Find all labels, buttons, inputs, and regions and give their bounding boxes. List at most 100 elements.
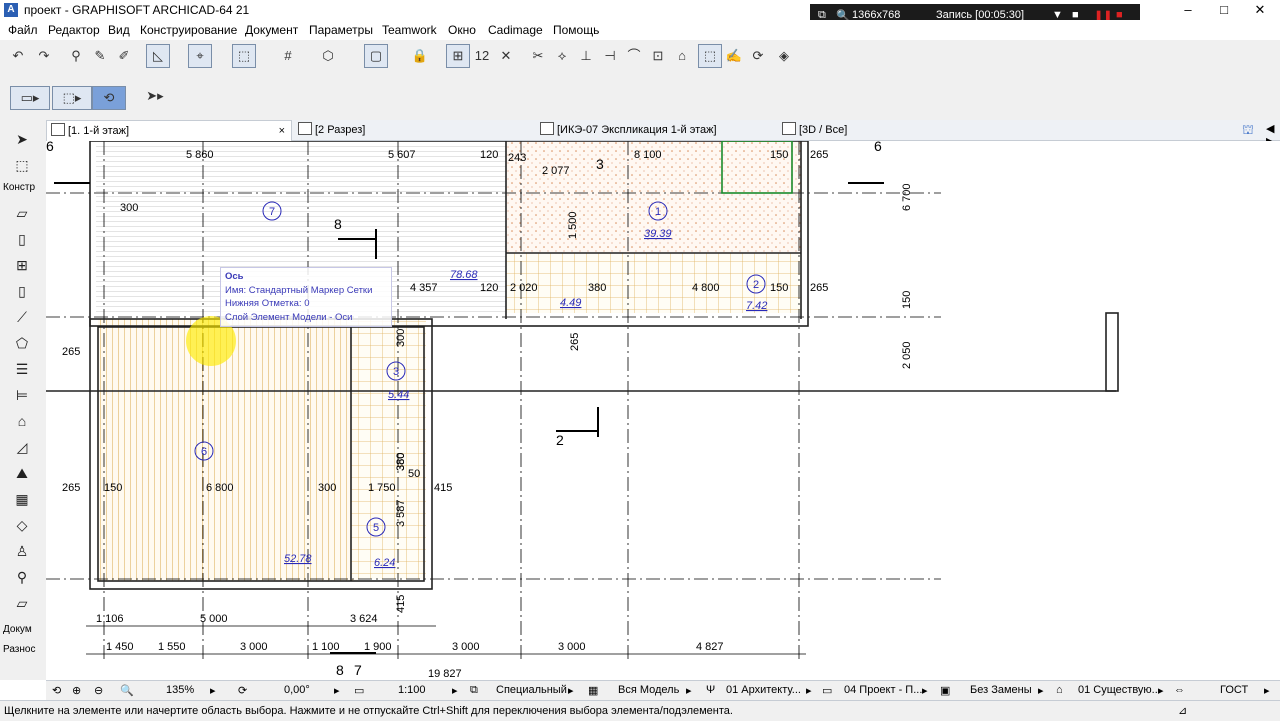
suspend-groups-icon[interactable]: ⬡ xyxy=(316,44,340,68)
gravity-icon[interactable]: ⬚ xyxy=(232,44,256,68)
layer-combination[interactable]: Специальный xyxy=(496,684,567,696)
eyedropper-icon[interactable]: ✐ xyxy=(112,44,136,68)
orientation-value[interactable]: 0,00° xyxy=(284,684,310,696)
tab-list-icon[interactable]: ⛫ xyxy=(1242,122,1254,140)
scale-icon[interactable]: ▭ xyxy=(354,684,364,697)
dropdown-icon[interactable]: ▸ xyxy=(210,684,216,697)
override-icon[interactable]: ▣ xyxy=(940,684,950,697)
shell-tool-icon[interactable]: ◿ xyxy=(10,436,34,458)
model-view-options[interactable]: Вся Модель xyxy=(618,684,679,696)
lock-icon[interactable]: 🔒 xyxy=(408,44,432,68)
mesh-tool-icon[interactable]: ⛰ xyxy=(10,462,34,484)
zoom-in-icon[interactable]: ⊕ xyxy=(72,684,81,697)
dropdown-icon[interactable]: ▸ xyxy=(1264,684,1270,697)
model-view-option[interactable]: 04 Проект - П... xyxy=(844,684,922,696)
dimension-icon[interactable]: 12 xyxy=(470,44,494,68)
arrow-tool-icon[interactable]: ➤ xyxy=(10,128,34,150)
dropdown-icon[interactable]: ▸ xyxy=(334,684,340,697)
zone-tool-icon[interactable]: ▱ xyxy=(10,592,34,614)
slab-tool-icon[interactable]: ⬠ xyxy=(10,332,34,354)
redo-icon[interactable]: ↷ xyxy=(32,44,56,68)
railing-tool-icon[interactable]: ⊨ xyxy=(10,384,34,406)
renovation-icon[interactable]: ⌂ xyxy=(1056,684,1063,696)
tab-3d[interactable]: [3D / Все] xyxy=(778,120,1022,140)
dropdown-icon[interactable]: ▸ xyxy=(452,684,458,697)
angle-icon[interactable]: ⟳ xyxy=(238,684,247,697)
resize-grip-icon[interactable]: ⊿ xyxy=(1178,704,1187,717)
lamp-tool-icon[interactable]: ⚲ xyxy=(10,566,34,588)
zoom-icon[interactable]: 🔍 xyxy=(120,684,134,697)
rotate-view-icon[interactable]: ⟳ xyxy=(746,44,770,68)
snap-guides-icon[interactable]: ⌖ xyxy=(188,44,212,68)
morph-tool-icon[interactable]: ◇ xyxy=(10,514,34,536)
3d-navigation-icon[interactable]: ⟲ xyxy=(92,86,126,110)
marquee-tool-icon[interactable]: ⬚ xyxy=(10,154,34,176)
menu-file[interactable]: Файл xyxy=(8,23,38,37)
dropdown-icon[interactable]: ▸ xyxy=(922,684,928,697)
dropdown-icon[interactable]: ▸ xyxy=(686,684,692,697)
guide-lines-icon[interactable]: ◺ xyxy=(146,44,170,68)
scale-value[interactable]: 1:100 xyxy=(398,684,426,696)
menu-view[interactable]: Вид xyxy=(108,23,130,37)
graphic-override[interactable]: Без Замены xyxy=(970,684,1032,696)
menu-teamwork[interactable]: Teamwork xyxy=(382,23,437,37)
tab-close-icon[interactable]: × xyxy=(279,121,285,141)
close-button[interactable]: ✕ xyxy=(1242,0,1278,20)
menu-options[interactable]: Параметры xyxy=(309,23,373,37)
render-icon[interactable]: ◈ xyxy=(772,44,796,68)
roof-tool-icon[interactable]: ⌂ xyxy=(10,410,34,432)
dropdown-icon[interactable]: ▸ xyxy=(1038,684,1044,697)
toolbox-group-design[interactable]: Констр xyxy=(3,182,35,193)
pick-up-icon[interactable]: ⚲ xyxy=(64,44,88,68)
dimension-standard[interactable]: ГОСТ xyxy=(1220,684,1248,696)
split-icon[interactable]: ⊥ xyxy=(574,44,598,68)
wall-tool-icon[interactable]: ▱ xyxy=(10,202,34,224)
curtain-wall-tool-icon[interactable]: ▦ xyxy=(10,488,34,510)
menu-document[interactable]: Документ xyxy=(245,23,298,37)
toolbox-group-more[interactable]: Разнос xyxy=(3,644,35,655)
dimension-standard-icon[interactable]: ⇔ xyxy=(1174,684,1185,696)
pen-set-icon[interactable]: Ψ xyxy=(706,684,715,696)
tab-floor-plan[interactable]: [1. 1-й этаж] × xyxy=(46,120,292,141)
floor-plan-canvas[interactable]: 6 6 8 2 3 8 7 5 860 5 607 120 243 2 077 … xyxy=(46,141,1280,680)
menu-help[interactable]: Помощь xyxy=(553,23,599,37)
adjust-icon[interactable]: ⊣ xyxy=(598,44,622,68)
grid-snap-icon[interactable]: # xyxy=(276,44,300,68)
offset-icon[interactable]: ⊡ xyxy=(646,44,670,68)
tab-schedule[interactable]: [ИКЭ-07 Экспликация 1-й этаж] xyxy=(536,120,780,140)
dropdown-icon[interactable]: ▸ xyxy=(806,684,812,697)
menu-window[interactable]: Окно xyxy=(448,23,476,37)
door-tool-icon[interactable]: ▯ xyxy=(10,280,34,302)
undo-icon[interactable]: ↶ xyxy=(6,44,30,68)
zoom-out-icon[interactable]: ⊖ xyxy=(94,684,103,697)
rotate-icon[interactable]: ⟲ xyxy=(52,684,61,697)
stair-tool-icon[interactable]: ☰ xyxy=(10,358,34,380)
pen-set[interactable]: 01 Архитекту... xyxy=(726,684,801,696)
fillet-icon[interactable]: ⌒ xyxy=(622,44,646,68)
object-tool-icon[interactable]: ♙ xyxy=(10,540,34,562)
window-tool-icon[interactable]: ⊞ xyxy=(10,254,34,276)
marquee-dropdown-icon[interactable]: ⬚▸ xyxy=(52,86,92,110)
column-tool-icon[interactable]: ▯ xyxy=(10,228,34,250)
minimize-button[interactable]: – xyxy=(1170,0,1206,20)
story-selector-icon[interactable]: ▭▸ xyxy=(10,86,50,110)
layers-icon[interactable]: ⧉ xyxy=(470,684,478,697)
renovation-filter[interactable]: 01 Существую... xyxy=(1078,684,1161,696)
dropdown-icon[interactable]: ▸ xyxy=(1158,684,1164,697)
tab-section[interactable]: [2 Разрез] xyxy=(294,120,528,140)
model-view-icon[interactable]: ▦ xyxy=(588,684,598,697)
toolbox-group-document[interactable]: Докум xyxy=(3,624,32,635)
element-frame-icon[interactable]: ▢ xyxy=(364,44,388,68)
menu-design[interactable]: Конструирование xyxy=(140,23,237,37)
menu-cadimage[interactable]: Cadimage xyxy=(488,23,543,37)
arrow-tool-icon[interactable]: ➤▸ xyxy=(136,84,174,108)
cross-icon[interactable]: ✕ xyxy=(494,44,518,68)
marquee-icon[interactable]: ⬚ xyxy=(698,44,722,68)
beam-tool-icon[interactable]: ⟋ xyxy=(10,306,34,328)
roof-icon[interactable]: ⌂ xyxy=(670,44,694,68)
pen-icon[interactable]: ✍ xyxy=(722,44,746,68)
menu-edit[interactable]: Редактор xyxy=(48,23,100,37)
mvo-icon[interactable]: ▭ xyxy=(822,684,832,697)
dropdown-icon[interactable]: ▸ xyxy=(568,684,574,697)
maximize-button[interactable]: □ xyxy=(1206,0,1242,20)
